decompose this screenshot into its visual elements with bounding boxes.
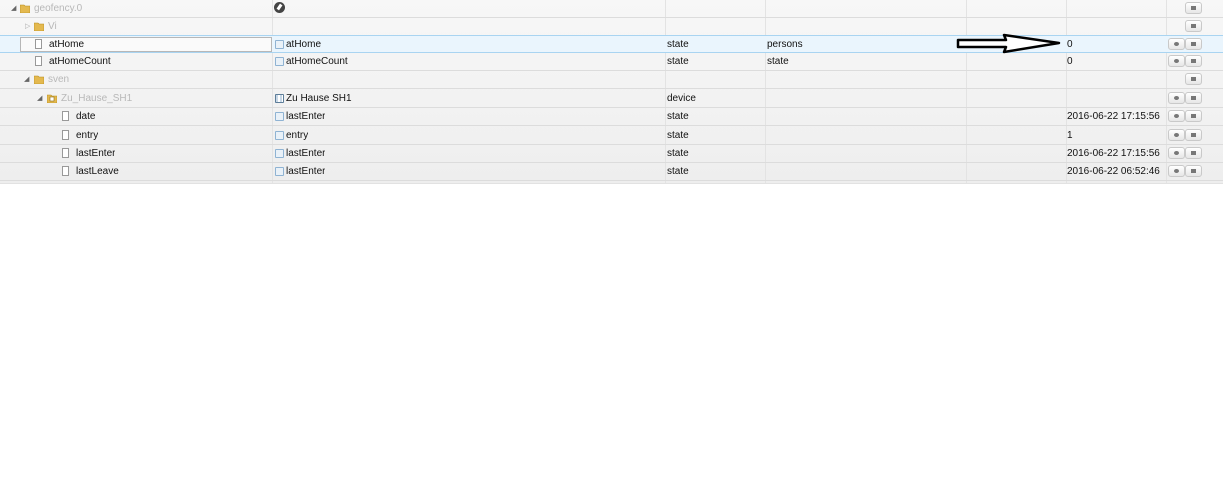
delete-button[interactable] bbox=[1185, 2, 1202, 14]
gear-icon[interactable] bbox=[1168, 92, 1185, 104]
tree-row-date[interactable]: date lastEnter state 2016-06-22 17:15:56 bbox=[0, 108, 1223, 126]
object-type: state bbox=[667, 39, 689, 50]
delete-button[interactable] bbox=[1185, 38, 1202, 50]
file-icon bbox=[62, 130, 69, 140]
folder-icon bbox=[20, 4, 30, 13]
object-value: 2016-06-22 17:15:56 bbox=[1067, 148, 1160, 159]
file-icon bbox=[62, 148, 69, 158]
object-type: device bbox=[667, 93, 696, 104]
state-icon bbox=[275, 131, 284, 140]
object-value: 2016-06-22 17:15:56 bbox=[1067, 111, 1160, 122]
device-icon bbox=[275, 94, 284, 103]
gear-icon[interactable] bbox=[1168, 110, 1185, 122]
file-icon bbox=[62, 111, 69, 121]
delete-button[interactable] bbox=[1185, 20, 1202, 32]
object-value: 0 bbox=[1067, 39, 1073, 50]
gear-icon[interactable] bbox=[1168, 38, 1185, 50]
object-name: date bbox=[76, 111, 96, 122]
tree-row-entry[interactable]: entry entry state 1 bbox=[0, 127, 1223, 145]
state-icon bbox=[275, 112, 284, 121]
folder-icon bbox=[34, 22, 44, 31]
tree-row-lastleave[interactable]: lastLeave lastEnter state 2016-06-22 06:… bbox=[0, 163, 1223, 181]
gear-icon[interactable] bbox=[1168, 165, 1185, 177]
tree-row-geofency[interactable]: ◢ geofency.0 bbox=[0, 0, 1223, 18]
tree-row-zu-hause[interactable]: ◢ Zu_Hause_SH1 Zu Hause SH1 device bbox=[0, 90, 1223, 108]
state-icon bbox=[275, 167, 284, 176]
gear-icon[interactable] bbox=[1168, 129, 1185, 141]
gear-icon[interactable] bbox=[1168, 147, 1185, 159]
object-name: atHome bbox=[49, 39, 85, 50]
object-name: entry bbox=[76, 130, 99, 141]
object-display-name: lastEnter bbox=[286, 166, 326, 177]
tree-item-label: Zu_Hause_SH1 bbox=[61, 93, 133, 104]
object-display-name: atHome bbox=[286, 39, 322, 50]
delete-button[interactable] bbox=[1185, 147, 1202, 159]
delete-button[interactable] bbox=[1185, 129, 1202, 141]
expand-toggle-icon[interactable]: ◢ bbox=[24, 71, 29, 88]
object-role: persons bbox=[767, 39, 803, 50]
tree-row-lastenter[interactable]: lastEnter lastEnter state 2016-06-22 17:… bbox=[0, 145, 1223, 163]
compass-icon bbox=[274, 2, 285, 13]
delete-button[interactable] bbox=[1185, 55, 1202, 67]
object-display-name: entry bbox=[286, 130, 309, 141]
state-icon bbox=[275, 40, 284, 49]
tree-item-label: Vi bbox=[48, 21, 57, 32]
state-icon bbox=[275, 57, 284, 66]
expand-toggle-icon[interactable]: ◢ bbox=[11, 0, 16, 17]
tree-row-athomecount[interactable]: atHomeCount atHomeCount state state 0 bbox=[0, 53, 1223, 71]
expand-toggle-icon[interactable]: ▷ bbox=[25, 18, 30, 35]
delete-button[interactable] bbox=[1185, 110, 1202, 122]
object-type: state bbox=[667, 148, 689, 159]
object-tree: ◢ geofency.0 ▷ Vi atHome atHome state pe… bbox=[0, 0, 1223, 184]
state-icon bbox=[275, 149, 284, 158]
file-icon bbox=[35, 56, 42, 66]
object-role: state bbox=[767, 56, 789, 67]
expand-toggle-icon[interactable]: ◢ bbox=[37, 90, 42, 107]
object-value: 0 bbox=[1067, 56, 1073, 67]
object-type: state bbox=[667, 111, 689, 122]
object-name: atHomeCount bbox=[49, 56, 111, 67]
object-display-name: lastEnter bbox=[286, 111, 326, 122]
object-type: state bbox=[667, 130, 689, 141]
object-value: 2016-06-22 06:52:46 bbox=[1067, 166, 1160, 177]
folder-icon bbox=[34, 75, 44, 84]
gear-icon[interactable] bbox=[1168, 55, 1185, 67]
object-display-name: atHomeCount bbox=[286, 56, 348, 67]
device-folder-icon bbox=[47, 94, 57, 103]
delete-button[interactable] bbox=[1185, 92, 1202, 104]
object-type: state bbox=[667, 166, 689, 177]
tree-item-label: sven bbox=[48, 74, 70, 85]
tree-item-label: geofency.0 bbox=[34, 3, 83, 14]
object-display-name: lastEnter bbox=[286, 148, 326, 159]
object-display-name: Zu Hause SH1 bbox=[286, 93, 352, 104]
object-name: lastLeave bbox=[76, 166, 119, 177]
delete-button[interactable] bbox=[1185, 165, 1202, 177]
delete-button[interactable] bbox=[1185, 73, 1202, 85]
file-icon bbox=[35, 39, 42, 49]
object-value: 1 bbox=[1067, 130, 1073, 141]
file-icon bbox=[62, 166, 69, 176]
arrow-annotation-icon bbox=[956, 33, 1061, 54]
object-type: state bbox=[667, 56, 689, 67]
tree-row-sven[interactable]: ◢ sven bbox=[0, 71, 1223, 89]
object-name: lastEnter bbox=[76, 148, 116, 159]
